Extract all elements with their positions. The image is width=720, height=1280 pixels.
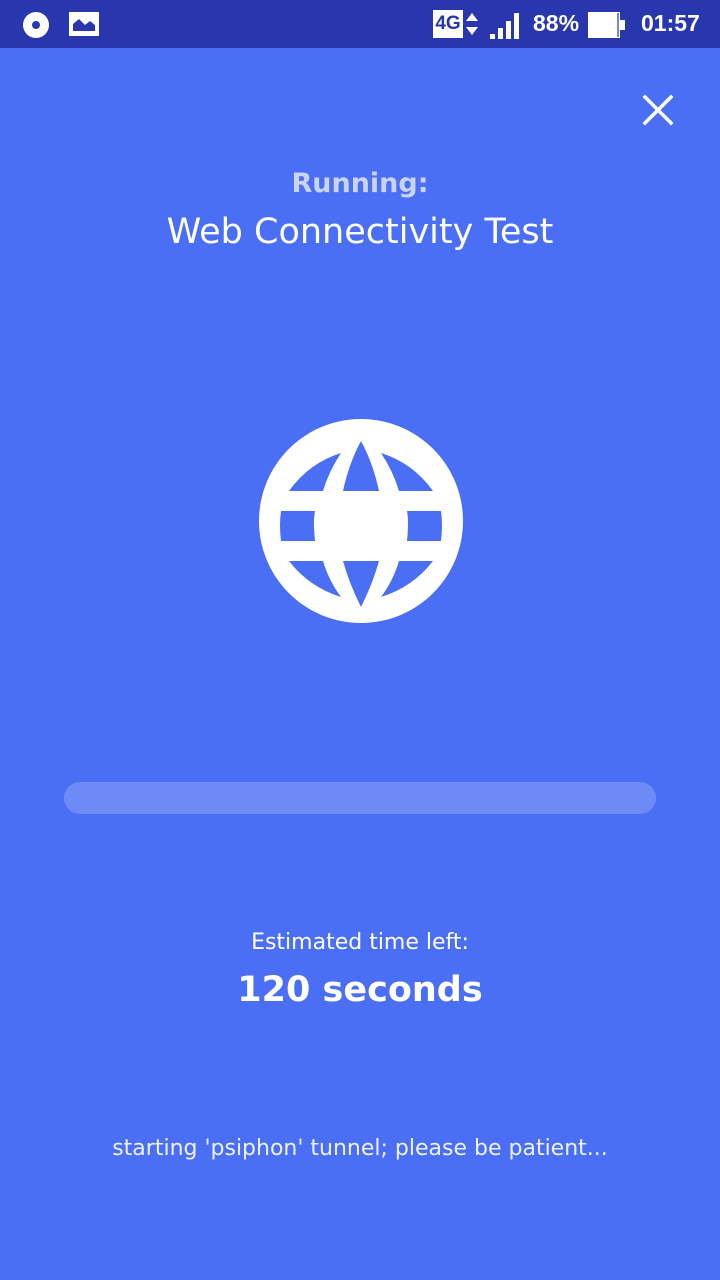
close-icon <box>642 94 674 130</box>
close-button[interactable] <box>636 90 680 134</box>
battery-icon <box>588 11 628 43</box>
up-down-arrows-icon <box>465 11 479 41</box>
battery-percent: 88% <box>533 10 580 36</box>
status-bar: 4G 88% 01:57 <box>0 0 720 48</box>
test-name: Web Connectivity Test <box>166 212 554 252</box>
signal-bars-icon <box>489 10 523 44</box>
network-type-badge: 4G <box>433 10 463 38</box>
clock: 01:57 <box>641 10 700 36</box>
image-icon <box>69 12 99 42</box>
running-label: Running: <box>291 168 429 199</box>
sync-circle-icon <box>22 11 50 43</box>
progress-bar <box>64 782 656 814</box>
globe-icon <box>259 419 463 623</box>
eta-label: Estimated time left: <box>251 930 469 955</box>
log-message: starting 'psiphon' tunnel; please be pat… <box>112 1136 608 1161</box>
eta-value: 120 seconds <box>237 970 483 1010</box>
